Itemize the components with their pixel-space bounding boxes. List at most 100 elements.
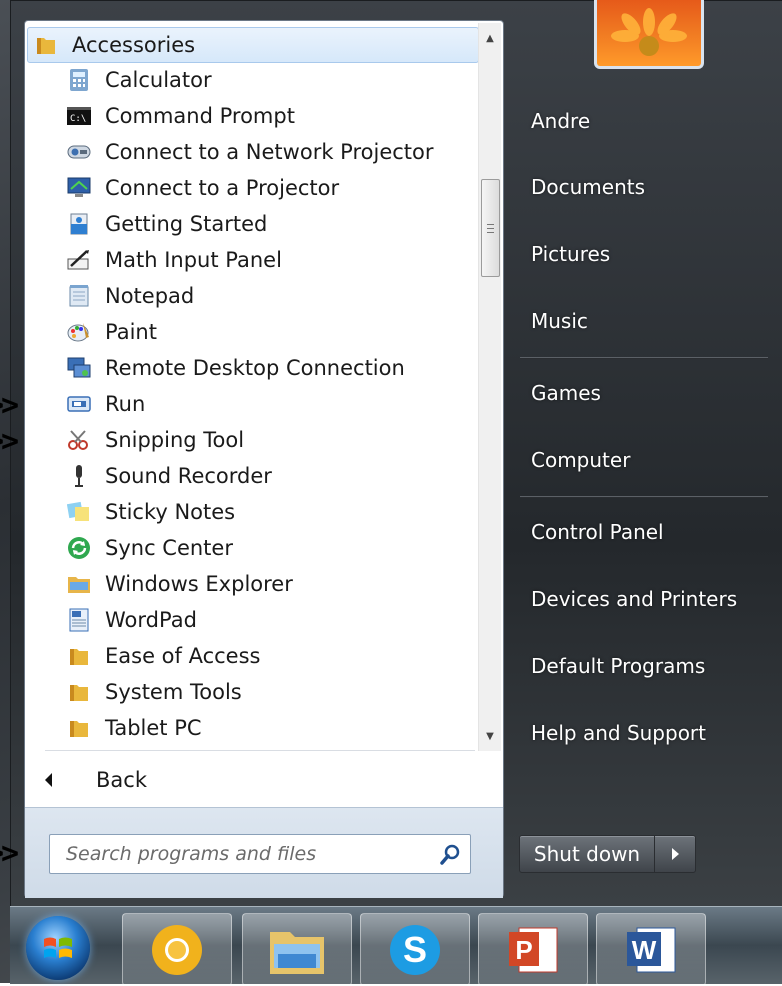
search-icon[interactable]: [436, 839, 466, 869]
annotation-arrow-search: >>: [0, 836, 19, 871]
right-divider: [520, 496, 768, 498]
right-divider: [520, 357, 768, 359]
right-item-label: Control Panel: [531, 520, 664, 544]
remote-desktop-icon: [67, 356, 91, 380]
folder-system-tools[interactable]: System Tools: [29, 675, 507, 709]
program-label: Tablet PC: [105, 716, 202, 740]
program-paint[interactable]: Paint: [29, 315, 507, 349]
right-item-label: Documents: [531, 175, 646, 199]
divider: [45, 750, 475, 751]
sticky-notes-icon: [67, 500, 91, 524]
program-getting-started[interactable]: Getting Started: [29, 207, 507, 241]
right-item-pictures[interactable]: Pictures: [518, 234, 768, 274]
program-connect-projector[interactable]: Connect to a Projector: [29, 171, 507, 205]
right-item-label: Music: [531, 309, 588, 333]
program-label: Windows Explorer: [105, 572, 293, 596]
program-snipping-tool[interactable]: Snipping Tool: [29, 423, 507, 457]
microphone-icon: [67, 464, 91, 488]
program-run[interactable]: Run: [29, 387, 507, 421]
taskbar-powerpoint[interactable]: P: [478, 913, 588, 986]
program-label: Sound Recorder: [105, 464, 272, 488]
right-item-devices-printers[interactable]: Devices and Printers: [518, 579, 768, 619]
program-label: Sticky Notes: [105, 500, 236, 524]
math-input-icon: [67, 248, 91, 272]
program-label: Calculator: [105, 68, 212, 92]
scroll-thumb[interactable]: [481, 179, 500, 277]
right-item-default-programs[interactable]: Default Programs: [518, 646, 768, 686]
taskbar-chrome[interactable]: [122, 913, 232, 986]
program-label: WordPad: [105, 608, 197, 632]
back-arrow-icon: [45, 773, 52, 787]
grip-icon: [487, 223, 494, 233]
skype-icon: S: [390, 924, 440, 975]
network-projector-icon: [67, 140, 91, 164]
shutdown-options-button[interactable]: [654, 835, 696, 873]
program-command-prompt[interactable]: C:\ Command Prompt: [29, 99, 507, 133]
windows-explorer-icon: [67, 572, 91, 596]
projector-display-icon: [67, 176, 91, 200]
svg-text:C:\: C:\: [70, 114, 86, 124]
program-label: Notepad: [105, 284, 195, 308]
folder-ease-of-access[interactable]: Ease of Access: [29, 639, 507, 673]
program-calculator[interactable]: Calculator: [29, 63, 507, 97]
program-math-input-panel[interactable]: Math Input Panel: [29, 243, 507, 277]
search-input[interactable]: [64, 838, 436, 870]
right-item-label: Default Programs: [531, 654, 706, 678]
scroll-down-arrow-icon[interactable]: ▼: [479, 725, 501, 747]
back-button[interactable]: Back: [35, 763, 475, 797]
user-picture[interactable]: [594, 0, 704, 69]
word-icon: W: [627, 927, 676, 972]
taskbar-skype[interactable]: S: [360, 913, 470, 986]
chevron-right-icon: [671, 848, 679, 860]
program-connect-network-projector[interactable]: Connect to a Network Projector: [29, 135, 507, 169]
program-sticky-notes[interactable]: Sticky Notes: [29, 495, 507, 529]
folder-label: Accessories: [72, 33, 196, 57]
right-item-label: Help and Support: [531, 721, 706, 745]
folder-accessories[interactable]: Accessories: [27, 27, 479, 63]
paint-icon: [67, 320, 91, 344]
right-item-computer[interactable]: Computer: [518, 440, 768, 480]
right-item-documents[interactable]: Documents: [518, 167, 768, 207]
powerpoint-icon: P: [509, 927, 558, 972]
program-wordpad[interactable]: WordPad: [29, 603, 507, 637]
annotation-arrow-snipping-tool: >>: [0, 424, 19, 459]
folder-icon: [67, 644, 91, 668]
right-item-music[interactable]: Music: [518, 301, 768, 341]
program-sound-recorder[interactable]: Sound Recorder: [29, 459, 507, 493]
shutdown-button[interactable]: Shut down: [519, 835, 655, 873]
search-box[interactable]: [49, 834, 471, 874]
program-label: Snipping Tool: [105, 428, 245, 452]
search-area: [25, 807, 503, 898]
program-label: Connect to a Projector: [105, 176, 340, 200]
program-windows-explorer[interactable]: Windows Explorer: [29, 567, 507, 601]
folder-icon: [67, 716, 91, 740]
folder-icon: [67, 680, 91, 704]
right-item-label: Games: [531, 381, 601, 405]
command-prompt-icon: C:\: [67, 104, 91, 128]
program-list-scrollbar[interactable]: ▲ ▼: [478, 23, 501, 751]
right-item-label: Computer: [531, 448, 631, 472]
program-notepad[interactable]: Notepad: [29, 279, 507, 313]
program-label: Connect to a Network Projector: [105, 140, 434, 164]
right-item-help-support[interactable]: Help and Support: [518, 713, 768, 753]
getting-started-icon: [67, 212, 91, 236]
program-sync-center[interactable]: Sync Center: [29, 531, 507, 565]
annotation-arrow-run: >>: [0, 388, 19, 423]
program-remote-desktop[interactable]: Remote Desktop Connection: [29, 351, 507, 385]
svg-text:P: P: [515, 935, 532, 965]
right-item-label: Andre: [531, 109, 591, 133]
windows-logo-icon: [44, 937, 72, 958]
right-item-label: Devices and Printers: [531, 587, 738, 611]
taskbar-file-explorer[interactable]: [242, 913, 352, 986]
folder-tablet-pc[interactable]: Tablet PC: [29, 711, 507, 745]
right-item-control-panel[interactable]: Control Panel: [518, 512, 768, 552]
scroll-up-arrow-icon[interactable]: ▲: [479, 27, 501, 49]
wordpad-icon: [67, 608, 91, 632]
file-explorer-icon: [270, 931, 324, 974]
start-button[interactable]: [26, 916, 90, 980]
program-label: Run: [105, 392, 146, 416]
taskbar-word[interactable]: W: [596, 913, 706, 986]
right-item-games[interactable]: Games: [518, 373, 768, 413]
right-item-user[interactable]: Andre: [518, 101, 768, 141]
taskbar: S P W: [10, 906, 782, 986]
